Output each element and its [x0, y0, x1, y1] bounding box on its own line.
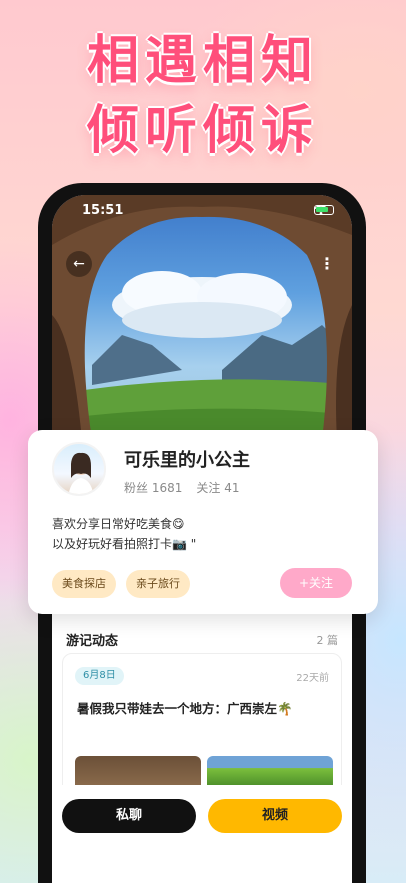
profile-card: 可乐里的小公主 粉丝 1681 关注 41 喜欢分享日常好吃美食😋 以及好玩好看…: [28, 430, 378, 614]
avatar[interactable]: [52, 442, 106, 496]
fans-label: 粉丝: [124, 481, 149, 495]
post-thumbnail[interactable]: [207, 756, 333, 786]
post-title: 暑假我只带娃去一个地方：广西崇左🌴: [77, 701, 293, 716]
status-icons: [314, 205, 334, 215]
following-stat[interactable]: 关注 41: [196, 479, 239, 496]
bio-line: 以及好玩好看拍照打卡📷 ": [52, 537, 197, 551]
fans-stat[interactable]: 粉丝 1681: [124, 479, 182, 496]
more-vertical-icon: ⋮: [319, 254, 335, 273]
profile-nickname: 可乐里的小公主: [124, 450, 250, 471]
profile-tags: 美食探店 亲子旅行: [52, 570, 190, 598]
following-count: 41: [224, 481, 240, 495]
journal-count: 2 篇: [316, 633, 339, 647]
profile-bio: 喜欢分享日常好吃美食😋 以及好玩好看拍照打卡📷 ": [52, 514, 196, 554]
promo-headline-line1: 相遇相知: [86, 31, 319, 91]
tag-food[interactable]: 美食探店: [52, 570, 116, 598]
more-options-button[interactable]: ⋮: [314, 251, 340, 277]
back-button[interactable]: ←: [66, 251, 92, 277]
home-area: [52, 845, 352, 883]
follow-button[interactable]: +关注: [280, 568, 352, 598]
post-thumbnail[interactable]: [75, 756, 201, 786]
bio-line: 喜欢分享日常好吃美食😋: [52, 517, 185, 531]
bottom-action-bar: 私聊 视频: [52, 785, 352, 845]
post-time-ago: 22天前: [296, 673, 329, 684]
cover-photo: 15:51 ← ⋮: [52, 195, 352, 440]
promo-headline-line2: 倾听倾诉: [86, 101, 319, 161]
arrow-left-icon: ←: [73, 256, 85, 272]
tag-family-travel[interactable]: 亲子旅行: [126, 570, 190, 598]
video-call-button[interactable]: 视频: [208, 799, 342, 833]
journal-title: 游记动态: [66, 634, 119, 649]
fans-count: 1681: [151, 481, 183, 495]
status-time: 15:51: [82, 203, 124, 218]
private-chat-button[interactable]: 私聊: [62, 799, 196, 833]
following-label: 关注: [196, 481, 221, 495]
journal-header: 游记动态 2 篇: [66, 630, 339, 650]
battery-icon: [314, 205, 334, 215]
post-date-badge: 6月8日: [75, 667, 124, 685]
profile-stats: 粉丝 1681 关注 41: [124, 479, 240, 496]
